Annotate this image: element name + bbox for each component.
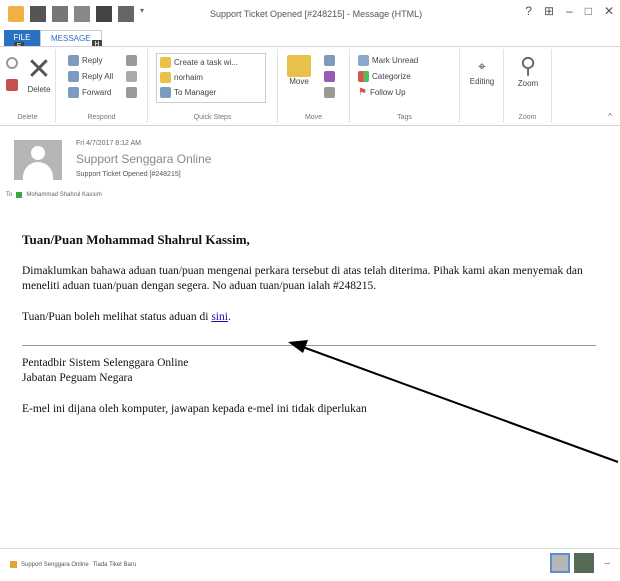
follow-up-button[interactable]: ⚑ Follow Up xyxy=(358,87,406,98)
message-subject: Support Ticket Opened [#248215] xyxy=(76,171,181,178)
quick-step-item[interactable]: To Manager xyxy=(160,87,216,98)
group-move: Move Move xyxy=(278,49,350,123)
signature-line-1: Pentadbir Sistem Selenggara Online xyxy=(22,357,189,369)
reply-icon xyxy=(68,55,79,66)
actions-icon[interactable] xyxy=(324,87,335,98)
group-label-respond: Respond xyxy=(87,114,116,121)
rules-icon[interactable] xyxy=(324,55,335,66)
greeting: Tuan/Puan Mohammad Shahrul Kassim, xyxy=(22,232,250,247)
group-quick-steps: Create a task wi... norhaim To Manager Q… xyxy=(148,49,278,123)
title-bar: ▾ Support Ticket Opened [#248215] - Mess… xyxy=(0,0,620,30)
collapse-ribbon-icon[interactable]: ^ xyxy=(608,112,612,121)
status-paragraph: Tuan/Puan boleh melihat status aduan di … xyxy=(22,311,231,323)
recipient-thumbnail[interactable] xyxy=(574,553,595,573)
folder-icon xyxy=(160,72,171,83)
ignore-icon[interactable] xyxy=(6,57,18,69)
onenote-icon[interactable] xyxy=(324,71,335,82)
sender-thumbnail[interactable] xyxy=(550,553,571,573)
maximize-button[interactable]: □ xyxy=(585,4,592,18)
move-button[interactable]: Move xyxy=(282,55,316,86)
recipient-name[interactable]: Mohammad Shahrul Kassim xyxy=(26,192,101,198)
trash-icon[interactable] xyxy=(74,6,90,22)
signature: Pentadbir Sistem Selenggara Online Jabat… xyxy=(22,356,598,386)
body-paragraph: Dimaklumkan bahawa aduan tuan/puan menge… xyxy=(22,265,583,292)
contact-icon xyxy=(10,561,17,568)
window-title: Support Ticket Opened [#248215] - Messag… xyxy=(210,9,423,19)
move-folder-icon xyxy=(287,55,311,77)
help-button[interactable]: ? xyxy=(525,4,532,18)
mark-unread-button[interactable]: Mark Unread xyxy=(358,55,418,66)
group-editing: ⌖ Editing xyxy=(460,49,504,123)
group-tags: Mark Unread Categorize ⚑ Follow Up Tags xyxy=(350,49,460,123)
status-link[interactable]: sini xyxy=(211,311,228,323)
magnifier-icon: ⚲ xyxy=(519,53,537,78)
forward-button[interactable]: Forward xyxy=(68,87,111,98)
minimize-button[interactable]: – xyxy=(566,4,573,18)
group-zoom: ⚲ Zoom Zoom xyxy=(504,49,552,123)
meeting-icon[interactable] xyxy=(126,55,137,66)
quick-step-item[interactable]: norhaim xyxy=(160,72,203,83)
collapse-people-pane-button[interactable]: – xyxy=(604,558,610,569)
close-button[interactable]: ✕ xyxy=(604,4,614,18)
group-respond: Reply Reply All Forward Respond xyxy=(56,49,148,123)
save-icon[interactable] xyxy=(30,6,46,22)
group-delete: ✕ Delete Delete xyxy=(0,49,56,123)
people-pane-sender[interactable]: Support Senggara Online xyxy=(21,562,89,568)
quick-access-toolbar: ▾ xyxy=(8,6,144,22)
sender-name[interactable]: Support Senggara Online xyxy=(76,152,211,166)
reply-all-button[interactable]: Reply All xyxy=(68,71,113,82)
delete-icon[interactable] xyxy=(52,6,68,22)
attachment-icon[interactable] xyxy=(118,6,134,22)
presence-icon xyxy=(16,192,23,198)
editing-button[interactable]: ⌖ Editing xyxy=(464,55,500,86)
binoculars-icon: ⌖ xyxy=(478,58,486,74)
person-head-shape xyxy=(31,146,45,160)
people-pane-avatars: – xyxy=(550,553,610,573)
message-date: Fri 4/7/2017 8:12 AM xyxy=(76,140,141,147)
lock-icon[interactable] xyxy=(96,6,112,22)
sender-avatar[interactable] xyxy=(14,140,62,180)
to-label: To xyxy=(6,192,13,198)
categorize-icon xyxy=(358,71,369,82)
recipient-line: To Mohammad Shahrul Kassim xyxy=(6,192,102,198)
group-label-delete: Delete xyxy=(17,114,38,121)
more-respond-icon[interactable] xyxy=(126,87,137,98)
message-body: Tuan/Puan Mohammad Shahrul Kassim, Dimak… xyxy=(22,232,598,417)
reply-button[interactable]: Reply xyxy=(68,55,102,66)
people-pane-info: Support Senggara Online Tiada Tiket Baru xyxy=(10,561,136,568)
delete-button[interactable]: ✕ Delete xyxy=(24,53,54,95)
zoom-button[interactable]: ⚲ Zoom xyxy=(508,53,548,88)
group-label-tags: Tags xyxy=(397,114,412,121)
group-label-quick-steps: Quick Steps xyxy=(193,114,232,121)
customize-qat-icon[interactable]: ▾ xyxy=(140,6,144,22)
flag-icon: ⚑ xyxy=(358,87,367,98)
auto-generated-note: E-mel ini dijana oleh komputer, jawapan … xyxy=(22,403,367,415)
delete-x-icon: ✕ xyxy=(26,53,52,86)
people-pane-status: Tiada Tiket Baru xyxy=(92,561,137,568)
forward-icon xyxy=(68,87,79,98)
ribbon-options-button[interactable]: ⊞ xyxy=(544,4,554,18)
reply-all-icon xyxy=(68,71,79,82)
cleanup-icon[interactable] xyxy=(6,79,18,91)
manager-icon xyxy=(160,87,171,98)
person-body-shape xyxy=(23,162,53,180)
quick-steps-gallery: Create a task wi... norhaim To Manager xyxy=(156,53,266,103)
window-controls: ? ⊞ – □ ✕ xyxy=(525,4,614,18)
people-pane-bar: Support Senggara Online Tiada Tiket Baru… xyxy=(0,548,620,581)
categorize-button[interactable]: Categorize xyxy=(358,71,411,82)
signature-line-2: Jabatan Peguam Negara xyxy=(22,372,133,384)
group-label-move: Move xyxy=(304,114,323,121)
group-label-zoom: Zoom xyxy=(518,114,537,121)
signature-divider xyxy=(22,345,596,346)
task-icon xyxy=(160,57,171,68)
ribbon: ✕ Delete Delete Reply Reply All Forward … xyxy=(0,46,620,126)
quick-step-item[interactable]: Create a task wi... xyxy=(160,57,238,68)
message-header: Fri 4/7/2017 8:12 AM Support Senggara On… xyxy=(0,128,620,218)
im-icon[interactable] xyxy=(126,71,137,82)
envelope-icon xyxy=(358,55,369,66)
outlook-icon[interactable] xyxy=(8,6,24,22)
